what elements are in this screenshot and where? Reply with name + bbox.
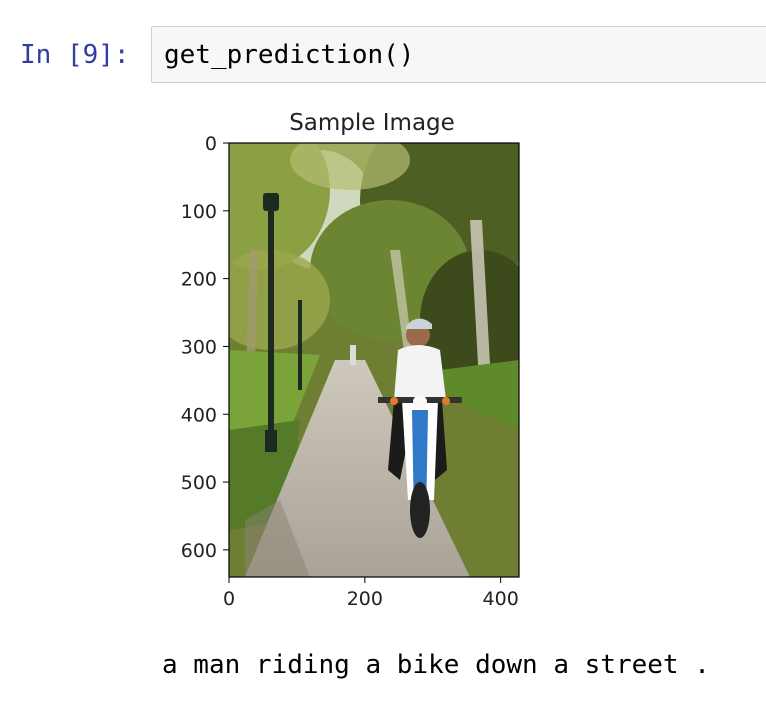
y-tick-label: 200 <box>181 269 217 291</box>
notebook-page: In [9]: get_prediction() Sample Image 0 … <box>0 0 766 704</box>
output-figure: Sample Image 0 200 400 0 100 200 300 400… <box>150 100 570 620</box>
x-axis-ticks: 0 200 400 <box>223 577 519 610</box>
prediction-caption: a man riding a bike down a street . <box>162 650 710 680</box>
code-cell-editor[interactable]: get_prediction() <box>151 26 766 83</box>
plot-title: Sample Image <box>289 110 455 136</box>
sample-image-plot: Sample Image 0 200 400 01002003004005006… <box>181 110 520 610</box>
y-tick-label: 300 <box>181 336 217 358</box>
y-axis-ticks: 0 100 200 300 400 500 600 <box>181 133 229 562</box>
y-tick-label: 100 <box>181 201 217 223</box>
input-prompt: In [9]: <box>20 40 130 70</box>
x-tick-label: 200 <box>347 588 383 610</box>
y-tick-label: 500 <box>181 472 217 494</box>
photo-of-man-riding-motorbike-on-tree-lined-path <box>229 143 519 577</box>
y-tick-label: 400 <box>181 404 217 426</box>
code-text[interactable]: get_prediction() <box>164 38 414 72</box>
x-tick-label: 400 <box>483 588 519 610</box>
y-tick-label: 0 <box>205 133 217 155</box>
x-tick-label: 0 <box>223 588 235 610</box>
y-tick-label: 600 <box>181 540 217 562</box>
